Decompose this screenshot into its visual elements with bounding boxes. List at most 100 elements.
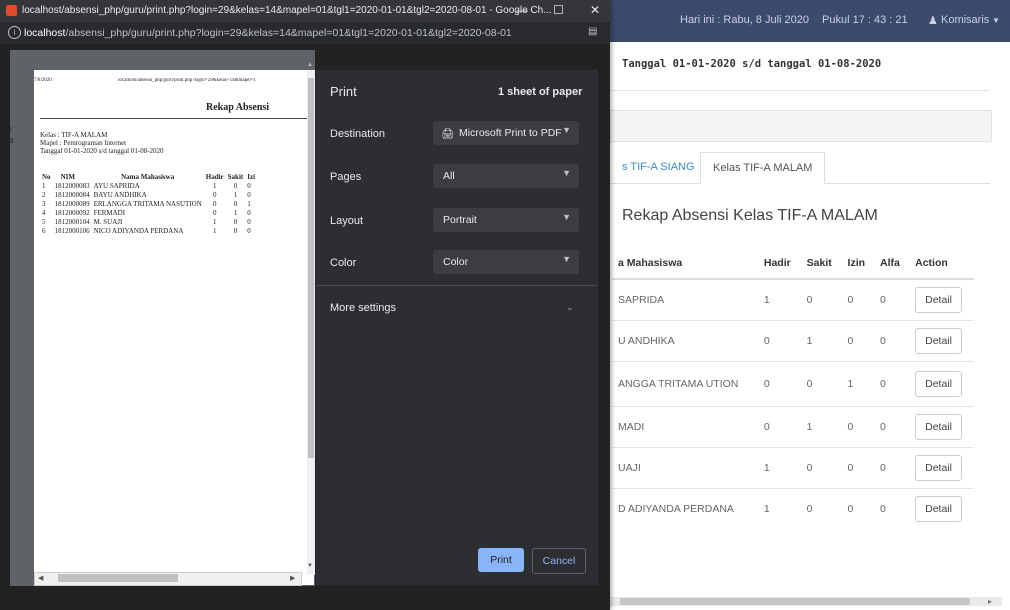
p-col-hadir: Hadir — [205, 173, 224, 181]
cell-izin: 0 — [841, 320, 875, 362]
sheet-count: 1 sheet of paper — [498, 86, 583, 98]
p-col-nim: NIM — [60, 173, 75, 181]
chevron-down-icon[interactable]: ⌄ — [566, 302, 574, 313]
address-bar[interactable]: i localhost/absensi_php/guru/print.php?l… — [0, 22, 610, 44]
layout-label: Layout — [330, 215, 364, 227]
close-button[interactable]: ✕ — [590, 3, 600, 17]
cancel-button[interactable]: Cancel — [532, 548, 586, 574]
settings-divider — [316, 285, 598, 286]
scroll-down-icon[interactable]: ▼ — [307, 563, 313, 569]
cell-nama: UAJI — [612, 447, 758, 489]
detail-button[interactable]: Detail — [915, 455, 962, 481]
pages-select[interactable]: All ▼ — [433, 164, 579, 188]
tanggal-text: Tanggal 01-01-2020 s/d tanggal 01-08-202… — [40, 147, 164, 155]
scroll-right-icon[interactable]: ▶ — [290, 574, 295, 582]
page-action-icon[interactable]: ▤ — [588, 26, 597, 37]
destination-label: Destination — [330, 128, 386, 140]
cell-hadir: 0 — [757, 406, 801, 448]
color-select[interactable]: Color ▼ — [433, 250, 579, 274]
table-row: D ADIYANDA PERDANA 1 0 0 0 Detail — [612, 488, 974, 529]
destination-value: Microsoft Print to PDF — [459, 127, 562, 139]
cell-izin: 0 — [841, 406, 875, 448]
layout-select[interactable]: Portrait ▼ — [433, 208, 579, 232]
chevron-down-icon: ▼ — [562, 212, 571, 222]
detail-button[interactable]: Detail — [915, 414, 962, 440]
preview-scrollbar-thumb[interactable] — [308, 78, 314, 458]
print-row: 5 1812000104 M. SUAJI 1 0 0 — [42, 218, 251, 226]
print-row: 6 1812000106 NICO ADIYANDA PERDANA 1 0 0 — [42, 227, 251, 235]
print-settings-pane — [316, 70, 598, 585]
cell-izin: 0 — [841, 278, 875, 321]
col-header-sakit: Sakit — [800, 248, 842, 280]
color-value: Color — [443, 256, 469, 268]
cell-nama: D ADIYANDA PERDANA — [612, 488, 758, 529]
cell-nama: MADI — [612, 406, 758, 448]
detail-button[interactable]: Detail — [915, 371, 962, 397]
cell-sakit: 0 — [800, 361, 842, 407]
print-dialog-title: Print — [330, 84, 357, 99]
table-row: UAJI 1 0 0 0 Detail — [612, 447, 974, 489]
pages-value: All — [443, 170, 455, 182]
cell-alfa: 0 — [874, 488, 910, 529]
info-icon[interactable]: i — [8, 26, 21, 39]
col-header-hadir: Hadir — [757, 248, 801, 280]
layout-value: Portrait — [443, 214, 477, 226]
tab-tif-a-siang[interactable]: s TIF-A SIANG — [622, 152, 695, 182]
chevron-down-icon: ▼ — [562, 254, 571, 264]
cell-alfa: 0 — [874, 278, 910, 321]
minimize-button[interactable]: — — [516, 3, 528, 17]
destination-select[interactable]: 🖨 Microsoft Print to PDF ▼ — [433, 121, 579, 145]
window-titlebar: localhost/absensi_php/guru/print.php?log… — [0, 0, 610, 22]
col-header-nama: a Mahasiswa — [612, 248, 758, 280]
cell-izin: 0 — [841, 488, 875, 529]
page-url: localhost/absensi_php/guru/print.php?log… — [118, 78, 257, 83]
printer-icon: 🖨 — [441, 128, 455, 140]
scroll-right-icon[interactable]: ▸ — [988, 597, 992, 606]
more-settings-toggle[interactable]: More settings — [330, 302, 396, 314]
cell-alfa: 0 — [874, 406, 910, 448]
print-button[interactable]: Print — [478, 548, 524, 572]
kelas-text: Kelas : TIF-A MALAM — [40, 131, 108, 139]
caret-down-icon[interactable]: ▼ — [992, 16, 1000, 25]
print-table: No NIM Nama Mahasiswa Hadir Sakit Izi 11… — [40, 173, 257, 236]
title-rule — [40, 118, 308, 119]
maximize-button[interactable]: ☐ — [553, 3, 564, 17]
rekap-table: a Mahasiswa Hadir Sakit Izin Alfa Action… — [612, 248, 974, 529]
print-title: Rekap Absensi — [206, 102, 270, 113]
cell-nama: SAPRIDA — [612, 278, 758, 321]
table-row: ANGGA TRITAMA UTION 0 0 1 0 Detail — [612, 361, 974, 407]
scroll-up-icon[interactable]: ▲ — [307, 62, 313, 68]
user-icon: ♟ — [928, 15, 938, 27]
print-row: 1 1812000083 AYU SAPRIDA 1 0 0 — [42, 182, 251, 190]
detail-button[interactable]: Detail — [915, 287, 962, 313]
page-edge-text: Ke Ma Ta N 1 2 3 4 5 6 — [0, 124, 14, 244]
scrollbar-thumb[interactable] — [620, 598, 970, 605]
p-col-no: No — [42, 173, 51, 181]
url-text[interactable]: localhost/absensi_php/guru/print.php?log… — [24, 27, 512, 39]
cell-izin: 1 — [841, 361, 875, 407]
cell-sakit: 1 — [800, 320, 842, 362]
pages-label: Pages — [330, 171, 362, 183]
chevron-down-icon: ▼ — [562, 168, 571, 178]
time-text: Pukul 17 : 43 : 21 — [822, 14, 908, 26]
cell-sakit: 0 — [800, 278, 842, 321]
tab-tif-a-malam[interactable]: Kelas TIF-A MALAM — [700, 152, 826, 184]
date-range-subtitle: Tanggal 01-01-2020 s/d tanggal 01-08-202… — [622, 58, 882, 70]
print-row: 3 1812000089 ERLANGGA TRITAMA NASUTION 0 0 1 — [42, 200, 251, 208]
cell-hadir: 1 — [757, 488, 801, 529]
detail-button[interactable]: Detail — [915, 496, 962, 522]
p-col-nama: Nama Mahasiswa — [121, 173, 175, 181]
cell-nama: U ANDHIKA — [612, 320, 758, 362]
col-header-action: Action — [909, 248, 974, 280]
cell-alfa: 0 — [874, 361, 910, 407]
mapel-text: Mapel : Pemrograman Internet — [40, 139, 127, 147]
panel-header — [610, 110, 992, 142]
cell-sakit: 0 — [800, 488, 842, 529]
page-date: 7/8/2020 — [34, 78, 52, 83]
cell-sakit: 1 — [800, 406, 842, 448]
table-row: U ANDHIKA 0 1 0 0 Detail — [612, 320, 974, 362]
detail-button[interactable]: Detail — [915, 328, 962, 354]
user-menu[interactable]: Komisaris — [941, 14, 989, 26]
scroll-left-icon[interactable]: ◀ — [38, 574, 43, 582]
preview-hscrollbar-thumb[interactable] — [58, 574, 178, 582]
